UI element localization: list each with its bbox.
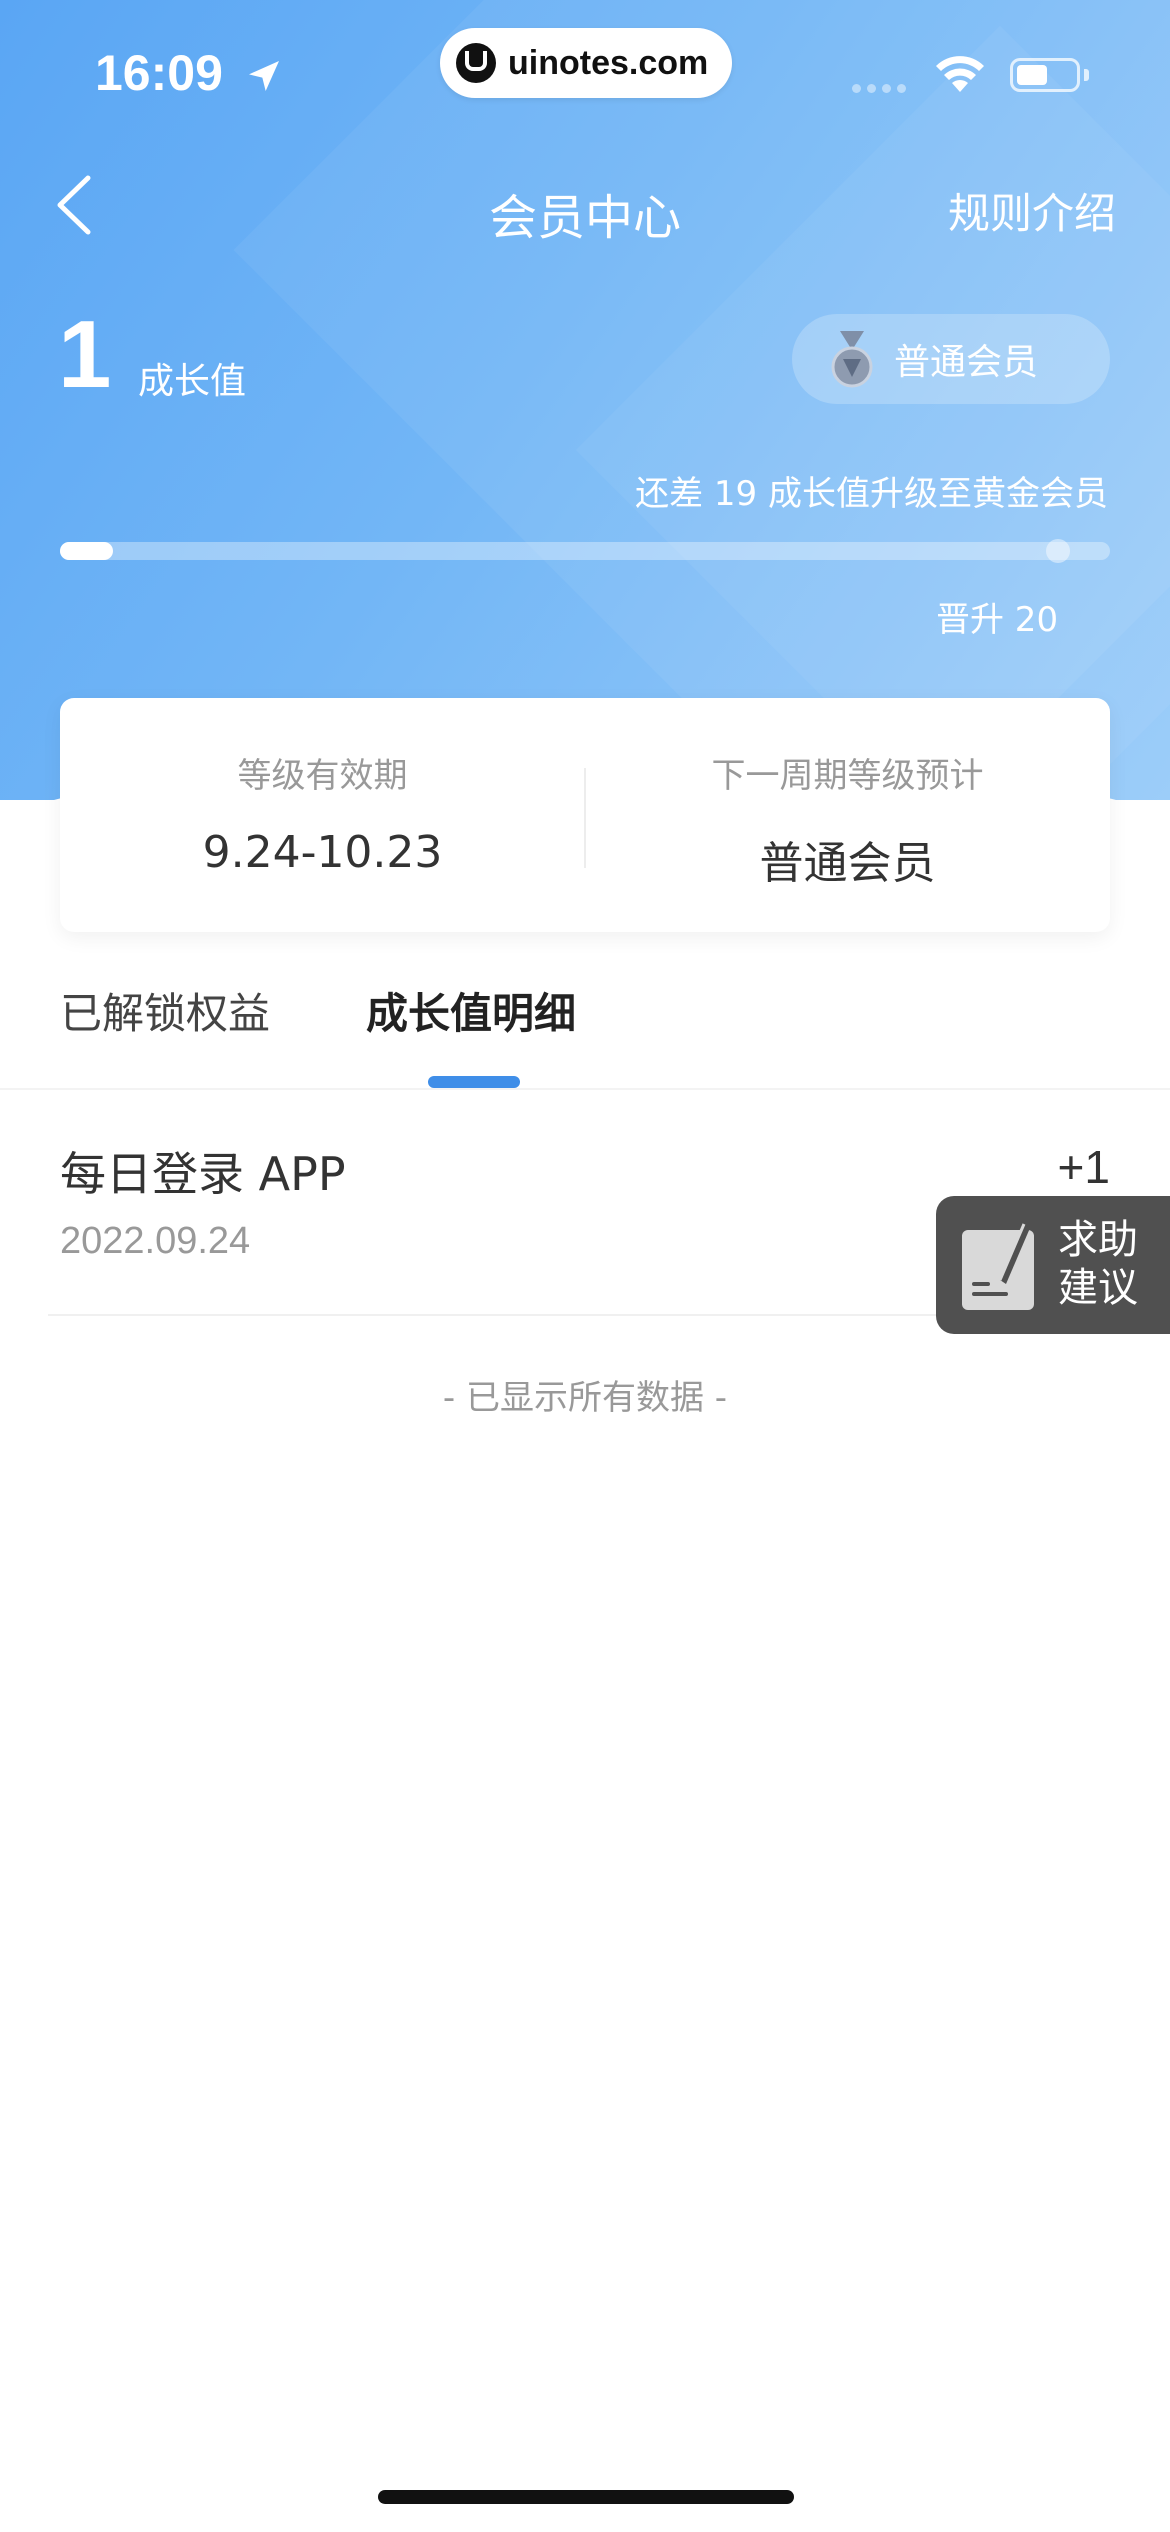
member-level-badge[interactable]: 普通会员 <box>792 314 1110 404</box>
record-title: 每日登录 APP <box>60 1147 346 1201</box>
validity-label: 等级有效期 <box>237 756 408 796</box>
active-tab-indicator <box>428 1076 520 1088</box>
member-level-label: 普通会员 <box>894 342 1039 383</box>
tab-unlocked-benefits[interactable]: 已解锁权益 <box>60 980 270 1041</box>
validity-value: 9.24-10.23 <box>202 827 443 878</box>
next-level-value: 普通会员 <box>759 838 936 889</box>
url-text: uinotes.com <box>508 43 709 82</box>
home-indicator[interactable] <box>378 2490 794 2504</box>
upgrade-hint: 还差 19 成长值升级至黄金会员 <box>635 474 1108 514</box>
feedback-pen-icon <box>962 1223 1034 1310</box>
help-label-line1: 求助 <box>1058 1217 1138 1263</box>
milestone-marker <box>1046 539 1070 563</box>
record-date: 2022.09.24 <box>60 1220 251 1262</box>
help-label-line2: 建议 <box>1058 1265 1138 1311</box>
rules-link[interactable]: 规则介绍 <box>948 180 1116 241</box>
tabs-divider <box>0 1088 1170 1090</box>
growth-progress-fill <box>60 542 113 560</box>
status-time: 16:09 <box>95 45 223 101</box>
location-arrow-icon <box>249 61 279 91</box>
cellular-signal-icon <box>852 84 906 93</box>
milestone-label: 晋升 20 <box>936 600 1059 640</box>
growth-label: 成长值 <box>138 361 247 402</box>
next-level-label: 下一周期等级预计 <box>711 756 984 796</box>
record-points: +1 <box>1057 1141 1110 1193</box>
all-data-shown-hint: - 已显示所有数据 - <box>442 1378 728 1418</box>
battery-icon <box>1010 58 1080 92</box>
level-card: 等级有效期 9.24-10.23 下一周期等级预计 普通会员 <box>60 698 1110 932</box>
url-pill[interactable]: uinotes.com <box>440 28 732 98</box>
growth-value: 1 <box>58 301 112 408</box>
tab-growth-details[interactable]: 成长值明细 <box>366 980 576 1041</box>
growth-progress-bar <box>60 539 1110 563</box>
wifi-icon <box>936 56 984 92</box>
help-label: 求助 建议 <box>1058 1216 1138 1312</box>
medal-icon <box>831 331 873 388</box>
next-level-column: 下一周期等级预计 普通会员 <box>585 698 1110 932</box>
battery-cap <box>1084 69 1089 81</box>
help-feedback-button[interactable]: 求助 建议 <box>936 1196 1170 1334</box>
validity-column: 等级有效期 9.24-10.23 <box>60 698 585 932</box>
site-logo-icon <box>456 43 496 83</box>
